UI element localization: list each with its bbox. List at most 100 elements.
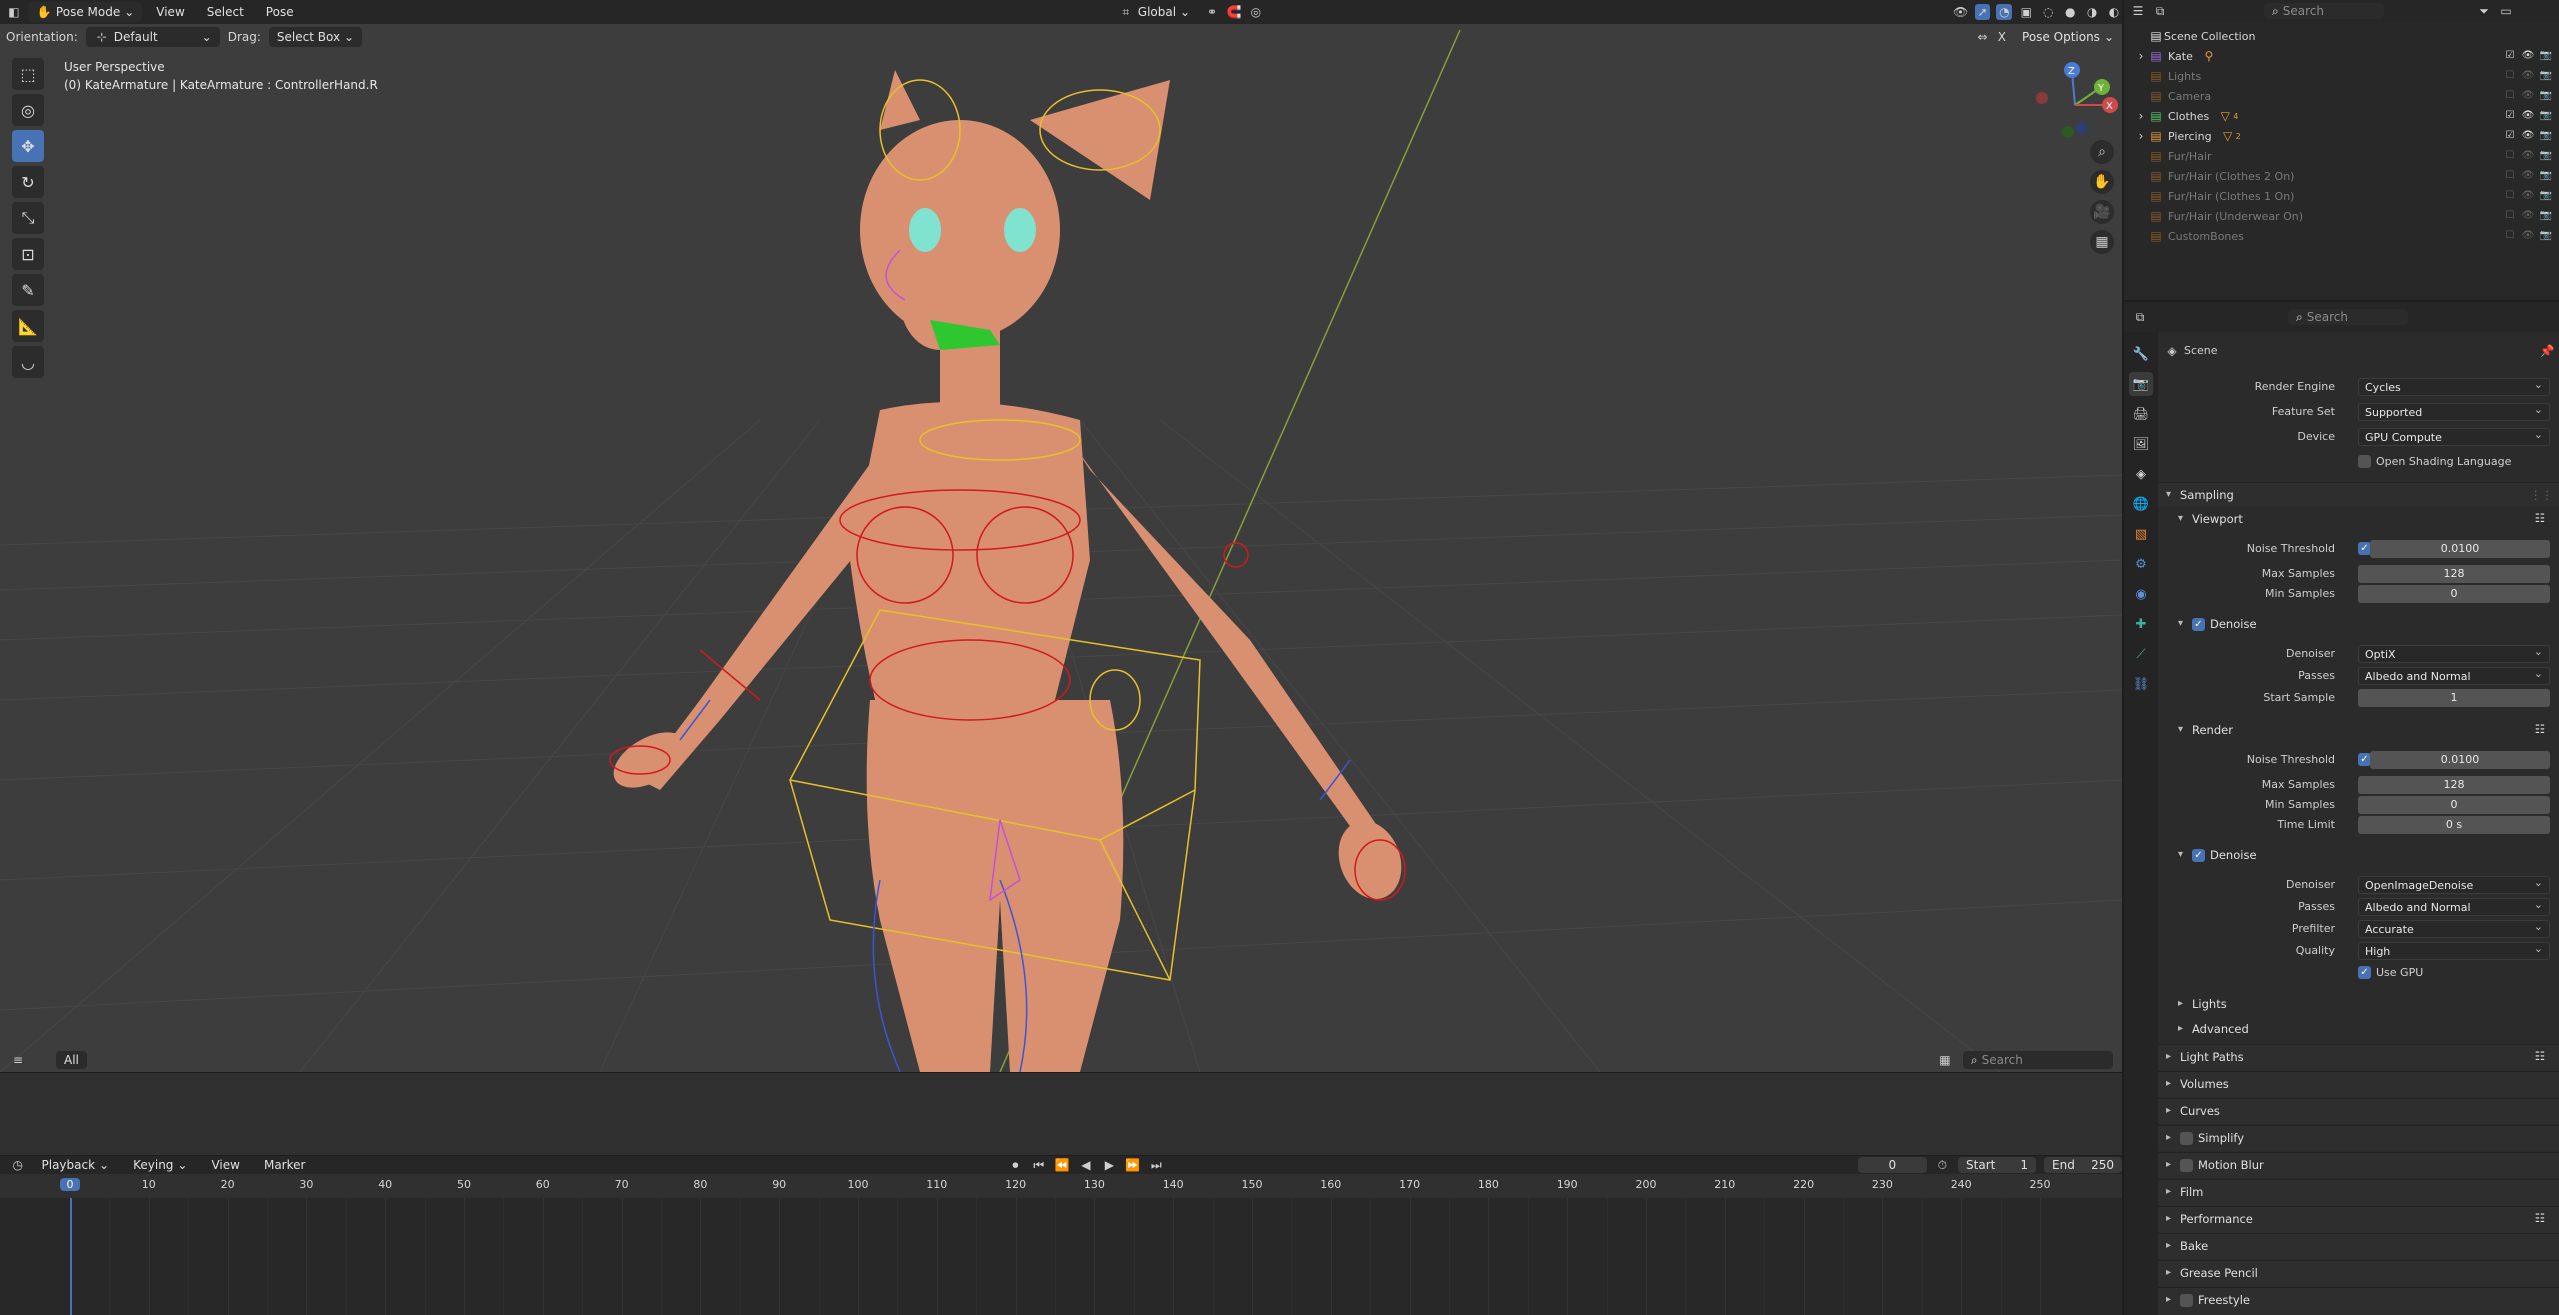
stopwatch-icon[interactable]: ⏱	[1935, 1157, 1951, 1173]
shading-rendered-icon[interactable]: ◐	[2106, 4, 2122, 20]
zoom-icon[interactable]: ⌕	[2090, 140, 2114, 164]
transform-orientation-dropdown[interactable]: ⌗ Global ⌄	[1110, 2, 1198, 22]
orientation-dropdown[interactable]: ⊹ Default ⌄	[85, 27, 220, 47]
play-icon[interactable]: ▶	[1102, 1157, 1118, 1173]
eye-icon[interactable]: 👁	[2521, 88, 2535, 104]
bake-panel[interactable]: ▸ Bake	[2158, 1233, 2559, 1259]
playhead[interactable]: 0	[60, 1178, 80, 1191]
osl-checkbox[interactable]	[2358, 455, 2371, 468]
timeline-editor-icon[interactable]: ◷	[10, 1157, 26, 1173]
move-tool[interactable]: ✥	[12, 130, 44, 162]
shading-solid-icon[interactable]: ●	[2062, 4, 2078, 20]
menu-keying[interactable]: Keying ⌄	[125, 1155, 195, 1175]
drag-handle-icon[interactable]: ⋮⋮	[2530, 488, 2553, 502]
eye-icon[interactable]: 👁	[2521, 108, 2535, 124]
simplify-checkbox[interactable]	[2180, 1132, 2193, 1145]
vp-max-samples-field[interactable]: 128	[2358, 565, 2550, 583]
grease-pencil-panel[interactable]: ▸ Grease Pencil	[2158, 1260, 2559, 1286]
volumes-panel[interactable]: ▸ Volumes	[2158, 1071, 2559, 1097]
camera-icon[interactable]: 📷	[2539, 168, 2553, 184]
new-collection-icon[interactable]: ▭	[2498, 3, 2514, 19]
camera-icon[interactable]: 📷	[2539, 148, 2553, 164]
end-frame-field[interactable]: End 250	[2044, 1157, 2123, 1173]
cursor-tool[interactable]: ◎	[12, 94, 44, 126]
scene-collection-row[interactable]: ▤ Scene Collection	[2124, 26, 2559, 46]
r-min-samples-field[interactable]: 0	[2358, 796, 2550, 814]
render-engine-dropdown[interactable]: Cycles	[2358, 376, 2550, 396]
measure-tool[interactable]: 📐	[12, 310, 44, 342]
vp-passes-dropdown[interactable]: Albedo and Normal	[2358, 665, 2550, 685]
eye-icon[interactable]: 👁	[2521, 208, 2535, 224]
drag-dropdown[interactable]: Select Box ⌄	[268, 27, 363, 47]
hamburger-icon[interactable]: ≡	[10, 1052, 26, 1068]
pivot-icon[interactable]: ⚭	[1204, 4, 1220, 20]
shading-material-icon[interactable]: ◑	[2084, 4, 2100, 20]
sampling-panel-header[interactable]: ▾ Sampling ⋮⋮	[2158, 482, 2559, 508]
presets-icon[interactable]: ☷	[2535, 511, 2545, 525]
light-paths-panel[interactable]: ▸ Light Paths ☷	[2158, 1044, 2559, 1070]
sampling-lights-subpanel[interactable]: ▸ Lights	[2158, 992, 2559, 1018]
chevron-right-icon[interactable]: ›	[2134, 128, 2148, 144]
menu-marker[interactable]: Marker	[256, 1155, 313, 1175]
outliner[interactable]: ☰ ⧉ ⌕ Search ⏷ ▭ ▤ Scene Collection › ▤ Kat…	[2124, 0, 2559, 300]
pan-hand-icon[interactable]: ✋	[2090, 170, 2114, 194]
mirror-icon[interactable]: ⇔	[1975, 29, 1990, 45]
menu-pose[interactable]: Pose	[258, 2, 302, 22]
start-frame-field[interactable]: Start 1	[1958, 1157, 2037, 1173]
bone-size-tool[interactable]: ◡	[12, 346, 44, 378]
vp-denoise-checkbox[interactable]: ✓	[2192, 618, 2205, 631]
transform-tool[interactable]: ⊡	[12, 238, 44, 270]
vp-min-samples-field[interactable]: 0	[2358, 585, 2550, 603]
menu-timeline-view[interactable]: View	[203, 1155, 247, 1175]
eye-icon[interactable]: 👁	[2521, 148, 2535, 164]
exclude-checkbox[interactable]: ☐	[2503, 228, 2517, 244]
motion-blur-panel[interactable]: ▸ Motion Blur	[2158, 1152, 2559, 1178]
exclude-checkbox[interactable]: ☐	[2503, 148, 2517, 164]
asset-search-input[interactable]: ⌕ Search	[1962, 1051, 2113, 1069]
exclude-checkbox[interactable]: ☐	[2503, 208, 2517, 224]
outliner-row[interactable]: ▤ CustomBones ☐ 👁 📷	[2124, 226, 2559, 246]
vp-start-sample-field[interactable]: 1	[2358, 689, 2550, 707]
r-denoise-checkbox[interactable]: ✓	[2192, 849, 2205, 862]
eye-icon[interactable]: 👁	[2521, 128, 2535, 144]
vp-denoise-subpanel-header[interactable]: ▾ ✓ Denoise	[2158, 612, 2559, 638]
r-time-limit-field[interactable]: 0 s	[2358, 816, 2550, 834]
presets-icon[interactable]: ☷	[2535, 1049, 2545, 1063]
eye-icon[interactable]: 👁	[2521, 48, 2535, 64]
outliner-row[interactable]: › ▤ Clothes ▽ 4 ☑ 👁 📷	[2124, 106, 2559, 126]
chevron-right-icon[interactable]: ›	[2134, 48, 2148, 64]
jump-end-icon[interactable]: ⏭	[1149, 1157, 1165, 1173]
r-passes-dropdown[interactable]: Albedo and Normal	[2358, 896, 2550, 916]
eye-icon[interactable]: 👁	[2521, 68, 2535, 84]
timeline-editor[interactable]: ◷ Playback ⌄ Keying ⌄ View Marker ⏺ ⏮ ⏪ ◀ …	[0, 1155, 2123, 1315]
filter-icon[interactable]: ⏷	[2476, 3, 2492, 19]
armature-tab-icon[interactable]: ✚	[2129, 612, 2153, 636]
menu-view[interactable]: View	[148, 2, 192, 22]
prev-key-icon[interactable]: ⏪	[1055, 1157, 1071, 1173]
3d-viewport[interactable]: ◧ ✋ Pose Mode ⌄ View Select Pose ⌗ Global ⌄ …	[0, 0, 2122, 1072]
view-layer-tab-icon[interactable]: 🖼	[2129, 432, 2153, 456]
render-subpanel-header[interactable]: ▾ Render ☷	[2158, 718, 2559, 744]
r-max-samples-field[interactable]: 128	[2358, 776, 2550, 794]
exclude-checkbox[interactable]: ☐	[2503, 188, 2517, 204]
timeline-ruler[interactable]: 0 10 20 30 40 50 60 70 80 90 100 110 120 130 140 150 160…	[0, 1174, 2122, 1198]
camera-icon[interactable]: 📷	[2539, 48, 2553, 64]
camera-icon[interactable]: 📷	[2539, 208, 2553, 224]
scale-tool[interactable]: ⤡	[12, 202, 44, 234]
presets-icon[interactable]: ☷	[2535, 1211, 2545, 1225]
r-noise-threshold-field[interactable]: 0.0100	[2370, 751, 2550, 769]
bone-tab-icon[interactable]: ⟋	[2129, 642, 2153, 666]
freestyle-checkbox[interactable]	[2180, 1294, 2193, 1307]
overlay-icon[interactable]: ◔	[1996, 4, 2013, 20]
render-tab-icon[interactable]: 📷	[2129, 372, 2153, 396]
rotate-tool[interactable]: ↻	[12, 166, 44, 198]
properties-editor[interactable]: ⧉ ⌕ Search 🔧 📷 🖨 🖼 ◈ 🌐 ▧ ⚙ ◉ ✚ ⟋ ⛓ ◈ Scen…	[2124, 302, 2559, 1315]
film-panel[interactable]: ▸ Film	[2158, 1179, 2559, 1205]
eye-icon[interactable]: 👁	[2521, 228, 2535, 244]
r-denoiser-dropdown[interactable]: OpenImageDenoise	[2358, 874, 2550, 894]
menu-select[interactable]: Select	[199, 2, 252, 22]
outliner-row[interactable]: ▤ Fur/Hair (Underwear On) ☐ 👁 📷	[2124, 206, 2559, 226]
mode-dropdown[interactable]: ✋ Pose Mode ⌄	[27, 2, 143, 22]
tool-tab-icon[interactable]: 🔧	[2129, 342, 2153, 366]
outliner-row[interactable]: › ▤ Kate ⚲ ☑ 👁 📷	[2124, 46, 2559, 66]
